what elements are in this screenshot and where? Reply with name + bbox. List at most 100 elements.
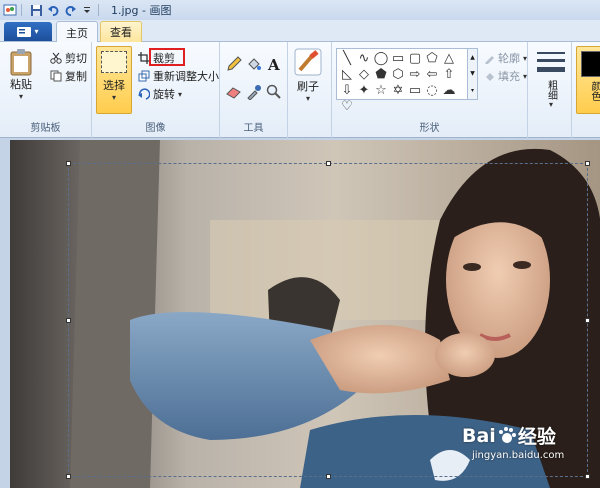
shapes-group: ╲ ∿ ◯ ▭ ▢ ⬠ △ ◺ ◇ ⬟ ⬡ ⇨ ⇦ ⇧ ⇩ ✦ ☆ ✡ ▭ ◌ … bbox=[332, 42, 528, 138]
outline-brush-icon bbox=[485, 55, 494, 64]
right-arrow-shape-icon[interactable]: ⇨ bbox=[407, 67, 423, 82]
paste-button[interactable]: 粘贴 ▾ bbox=[8, 48, 34, 101]
down-arrow-shape-icon[interactable]: ⇩ bbox=[339, 83, 355, 98]
up-arrow-shape-icon[interactable]: ⇧ bbox=[441, 67, 457, 82]
eyedropper-icon bbox=[247, 85, 261, 100]
pencil-icon bbox=[227, 56, 242, 71]
color1-button[interactable]: 颜色 bbox=[576, 46, 600, 114]
hexagon-shape-icon[interactable]: ⬡ bbox=[390, 67, 406, 82]
selection-handle-bottom-right[interactable] bbox=[585, 474, 590, 479]
fill-button[interactable]: 填充 ▾ bbox=[484, 68, 527, 84]
chevron-down-icon: ▾ bbox=[548, 100, 553, 109]
paint-app-icon[interactable] bbox=[3, 3, 17, 17]
left-arrow-shape-icon[interactable]: ⇦ bbox=[424, 67, 440, 82]
triangle-shape-icon[interactable]: △ bbox=[441, 51, 457, 66]
brush-label: 刷子 bbox=[297, 80, 319, 93]
ribbon-tabs: ▾ 主页 查看 bbox=[0, 20, 600, 43]
line-shape-icon[interactable]: ╲ bbox=[339, 51, 355, 66]
cut-label: 剪切 bbox=[65, 52, 87, 65]
chevron-down-icon: ▾ bbox=[305, 94, 310, 103]
paw-icon bbox=[498, 426, 516, 443]
eraser-button[interactable] bbox=[226, 84, 242, 100]
tools-group-label: 工具 bbox=[243, 123, 264, 134]
rounded-rectangle-shape-icon[interactable]: ▢ bbox=[407, 51, 423, 66]
selection-handle-top-left[interactable] bbox=[66, 161, 71, 166]
polygon-shape-icon[interactable]: ⬠ bbox=[424, 51, 440, 66]
selection-handle-right[interactable] bbox=[585, 318, 590, 323]
baidu-jingyan-watermark: Bai 经验 jingyan.baidu.com bbox=[462, 422, 565, 462]
color-picker-button[interactable] bbox=[246, 84, 262, 100]
tools-group: A 工具 bbox=[220, 42, 288, 138]
selection-handle-bottom[interactable] bbox=[326, 474, 331, 479]
size-group: 粗细 ▾ bbox=[528, 42, 572, 138]
tab-home[interactable]: 主页 bbox=[56, 21, 98, 43]
save-icon[interactable] bbox=[29, 3, 43, 17]
size-button[interactable]: 粗细 ▾ bbox=[536, 50, 566, 109]
shapes-scrollbar[interactable]: ▲ ▼ ▾ bbox=[468, 48, 478, 100]
title-bar: 1.jpg - 画图 bbox=[0, 0, 600, 20]
selection-handle-left[interactable] bbox=[66, 318, 71, 323]
magnifier-icon bbox=[266, 84, 281, 99]
image-group-label: 图像 bbox=[145, 123, 166, 134]
shapes-gallery[interactable]: ╲ ∿ ◯ ▭ ▢ ⬠ △ ◺ ◇ ⬟ ⬡ ⇨ ⇦ ⇧ ⇩ ✦ ☆ ✡ ▭ ◌ … bbox=[336, 48, 468, 113]
eraser-icon bbox=[226, 87, 241, 99]
pencil-button[interactable] bbox=[226, 56, 242, 72]
selection-handle-top[interactable] bbox=[326, 161, 331, 166]
rotate-button[interactable]: 旋转 ▾ bbox=[138, 86, 182, 102]
brush-button[interactable]: 刷子 ▾ bbox=[294, 48, 322, 103]
rotate-icon bbox=[138, 88, 150, 100]
undo-icon[interactable] bbox=[46, 3, 60, 17]
brush-icon bbox=[294, 48, 322, 76]
customize-toolbar-icon[interactable] bbox=[80, 3, 94, 17]
watermark-brand-jingyan: 经验 bbox=[517, 426, 556, 448]
diamond-shape-icon[interactable]: ◇ bbox=[356, 67, 372, 82]
pentagon-shape-icon[interactable]: ⬟ bbox=[373, 67, 389, 82]
heart-shape-icon[interactable]: ♡ bbox=[339, 99, 355, 114]
oval-shape-icon[interactable]: ◯ bbox=[373, 51, 389, 66]
redo-icon[interactable] bbox=[63, 3, 77, 17]
callout-shape-icon[interactable]: ▭ bbox=[407, 83, 423, 98]
scroll-up-icon[interactable]: ▲ bbox=[470, 54, 475, 61]
copy-label: 复制 bbox=[65, 70, 87, 83]
curve-shape-icon[interactable]: ∿ bbox=[356, 51, 372, 66]
copy-button[interactable]: 复制 bbox=[50, 68, 87, 84]
chevron-down-icon: ▾ bbox=[34, 27, 39, 36]
selection-handle-top-right[interactable] bbox=[585, 161, 590, 166]
resize-button[interactable]: 重新调整大小 bbox=[138, 68, 219, 84]
resize-label: 重新调整大小 bbox=[153, 70, 219, 83]
four-point-star-shape-icon[interactable]: ✦ bbox=[356, 83, 372, 98]
select-label: 选择 bbox=[103, 79, 125, 92]
fill-bucket-icon bbox=[248, 58, 261, 70]
clipboard-group: 粘贴 ▾ 剪切 复制 剪贴板 bbox=[0, 42, 92, 138]
outline-button[interactable]: 轮廓 ▾ bbox=[484, 50, 527, 66]
scroll-down-icon[interactable]: ▼ bbox=[470, 70, 475, 77]
window-title: 1.jpg - 画图 bbox=[111, 4, 172, 17]
six-point-star-shape-icon[interactable]: ✡ bbox=[390, 83, 406, 98]
svg-text:A: A bbox=[267, 56, 280, 72]
cloud-callout-shape-icon[interactable]: ☁ bbox=[441, 83, 457, 98]
fill-icon bbox=[486, 72, 494, 81]
select-button[interactable]: 选择 ▾ bbox=[96, 46, 132, 114]
fill-label: 填充 bbox=[498, 70, 520, 83]
right-triangle-shape-icon[interactable]: ◺ bbox=[339, 67, 355, 82]
rectangle-shape-icon[interactable]: ▭ bbox=[390, 51, 406, 66]
watermark-url: jingyan.baidu.com bbox=[472, 450, 565, 461]
crop-highlight-box bbox=[149, 48, 185, 66]
oval-callout-shape-icon[interactable]: ◌ bbox=[424, 83, 440, 98]
color1-label: 颜色 bbox=[589, 81, 600, 101]
fill-bucket-button[interactable] bbox=[246, 56, 262, 72]
tab-view[interactable]: 查看 bbox=[100, 21, 142, 42]
resize-icon bbox=[138, 70, 150, 82]
five-point-star-shape-icon[interactable]: ☆ bbox=[373, 83, 389, 98]
text-tool-button[interactable]: A bbox=[266, 56, 282, 72]
magnifier-button[interactable] bbox=[266, 84, 282, 100]
copy-icon bbox=[50, 70, 62, 82]
expand-gallery-icon[interactable]: ▾ bbox=[471, 87, 474, 94]
selection-handle-bottom-left[interactable] bbox=[66, 474, 71, 479]
chevron-down-icon: ▾ bbox=[18, 92, 23, 101]
cut-button[interactable]: 剪切 bbox=[50, 50, 87, 66]
ribbon: 粘贴 ▾ 剪切 复制 剪贴板 选择 ▾ 裁剪 重新调整大小 旋转 ▾ 图像 A … bbox=[0, 42, 600, 138]
file-menu-button[interactable]: ▾ bbox=[4, 22, 52, 41]
text-icon: A bbox=[267, 56, 280, 72]
clipboard-group-label: 剪贴板 bbox=[30, 123, 61, 134]
